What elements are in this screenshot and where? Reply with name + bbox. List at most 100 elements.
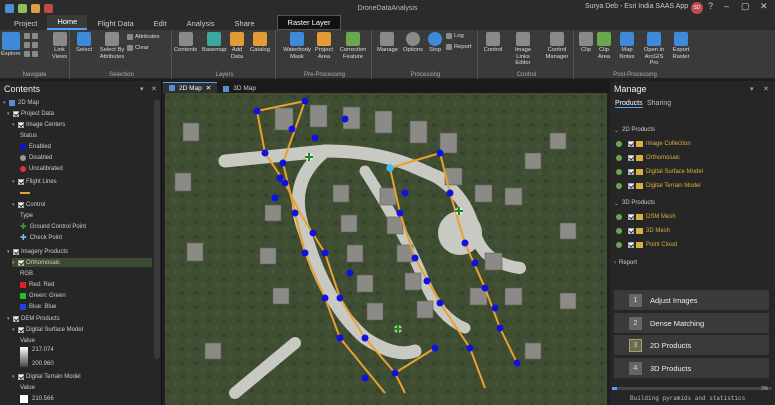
checkbox[interactable] [628, 155, 634, 161]
checkbox[interactable] [18, 326, 24, 333]
tab-analysis[interactable]: Analysis [177, 17, 225, 30]
step-2d-products[interactable]: 3 2D Products [614, 335, 769, 355]
tab-project[interactable]: Project [4, 17, 47, 30]
section-report[interactable]: › Report [614, 258, 637, 268]
clip-button[interactable]: Clip [579, 32, 593, 54]
step-adjust-images[interactable]: 1 Adjust Images [614, 290, 769, 310]
tab-3d-map[interactable]: 3D Map [217, 84, 262, 93]
tree-item-flight-lines[interactable]: ▾ Flight Lines [12, 177, 57, 186]
checkbox[interactable] [628, 169, 634, 175]
map-view[interactable]: 2D Map ✕ 3D Map [163, 81, 609, 405]
explore-button[interactable]: Explore [1, 32, 21, 58]
log-button[interactable]: Log [446, 33, 464, 39]
close-tab-icon[interactable]: ✕ [206, 84, 211, 92]
step-dense-matching[interactable]: 2 Dense Matching [614, 313, 769, 333]
basemap-button[interactable]: Basemap [202, 32, 227, 54]
checkbox[interactable] [18, 259, 24, 266]
tree-item-dem-products[interactable]: ▾ DEM Products [7, 314, 60, 323]
checkbox[interactable] [18, 121, 24, 128]
export-raster-icon [674, 32, 688, 46]
map-notes-button[interactable]: Map Notes [618, 32, 636, 60]
tab-2d-map[interactable]: 2D Map ✕ [163, 82, 218, 93]
new-project-icon[interactable] [5, 3, 14, 13]
help-icon[interactable]: ? [708, 1, 713, 11]
project-area-button[interactable]: Project Area [314, 32, 334, 60]
map-canvas[interactable] [165, 93, 607, 405]
tree-item-image-centers[interactable]: ▾ Image Centers [12, 120, 65, 129]
section-3d-products[interactable]: ⌄ 3D Products [614, 198, 655, 208]
minimize-icon[interactable]: – [724, 1, 729, 11]
close-icon[interactable]: ✕ [760, 1, 768, 12]
open-in-arcgis-button[interactable]: Open in ArcGIS Pro [640, 32, 668, 67]
options-button[interactable]: Options [403, 32, 423, 54]
user-name[interactable]: Surya Deb - Esri India SAAS App [585, 3, 688, 10]
checkbox[interactable] [13, 315, 19, 322]
avatar[interactable]: SD [691, 2, 703, 14]
checkbox[interactable] [628, 242, 634, 248]
tab-flight-data[interactable]: Flight Data [87, 17, 143, 30]
tab-edit[interactable]: Edit [144, 17, 177, 30]
zoom-prev-icon[interactable] [24, 42, 38, 48]
tree-item-dsm[interactable]: ▾ Digital Surface Model [12, 325, 83, 334]
waterbody-mask-button[interactable]: Waterbody Mask [282, 32, 312, 60]
tree-item-orthomosaic[interactable]: ▾ Orthomosaic [12, 258, 152, 267]
product-dtm[interactable]: Digital Terrain Model [616, 181, 701, 191]
clear-button[interactable]: Clear [127, 45, 149, 51]
scrollbar[interactable] [154, 99, 160, 359]
add-data-button[interactable]: Add Data [230, 32, 244, 60]
tab-home[interactable]: Home [47, 15, 88, 30]
select-by-attributes-button[interactable]: Select By Attributes [98, 32, 126, 60]
attributes-button[interactable]: Attributes [127, 34, 160, 40]
tree-item-map[interactable]: ▾ 2D Map [3, 98, 39, 107]
zoom-full-icon[interactable] [24, 33, 38, 39]
checkbox[interactable] [628, 141, 634, 147]
stop-button[interactable]: Stop [428, 32, 442, 54]
checkbox[interactable] [18, 373, 24, 380]
pin-icon[interactable]: ▾ [140, 85, 144, 93]
image-links-editor-button[interactable]: Image Links Editor [508, 32, 538, 67]
product-image-collection[interactable]: Image Collection [616, 139, 691, 149]
selected-image-center[interactable] [386, 164, 394, 172]
control-button[interactable]: Control [482, 32, 504, 54]
product-3d-mesh[interactable]: 3D Mesh [616, 226, 670, 236]
export-raster-button[interactable]: Export Raster [670, 32, 692, 60]
maximize-icon[interactable]: ▢ [741, 1, 750, 12]
tab-sharing[interactable]: Sharing [647, 100, 671, 107]
tree-item-control[interactable]: ▾ Control [12, 200, 45, 209]
product-dsm-mesh[interactable]: DSM Mesh [616, 212, 676, 222]
product-dsm[interactable]: Digital Surface Model [616, 167, 703, 177]
correction-feature-button[interactable]: Correction Feature [337, 32, 369, 60]
bookmark-icon[interactable] [24, 51, 38, 57]
link-views-button[interactable]: Link Views [50, 32, 69, 60]
contents-button[interactable]: Contents [174, 32, 197, 54]
product-point-cloud[interactable]: Point Cloud [616, 240, 677, 250]
tree-item-project-data[interactable]: ▾ Project Data [7, 109, 54, 118]
checkbox[interactable] [13, 248, 19, 255]
checkbox[interactable] [628, 214, 634, 220]
product-orthomosaic[interactable]: Orthomosaic [616, 153, 680, 163]
clip-area-button[interactable]: Clip Area [596, 32, 612, 60]
tab-share[interactable]: Share [225, 17, 265, 30]
checkbox[interactable] [18, 178, 24, 185]
manage-button[interactable]: Manage [377, 32, 398, 54]
catalog-button[interactable]: Catalog [250, 32, 270, 54]
save-icon[interactable] [31, 3, 40, 13]
checkbox[interactable] [628, 228, 634, 234]
open-project-icon[interactable] [18, 3, 27, 13]
tab-raster-layer[interactable]: Raster Layer [276, 15, 342, 30]
close-pane-icon[interactable]: ✕ [763, 85, 769, 93]
tree-item-imagery-products[interactable]: ▾ Imagery Products [7, 247, 68, 256]
close-pane-icon[interactable]: ✕ [151, 85, 157, 93]
section-2d-products[interactable]: ⌄ 2D Products [614, 125, 655, 135]
undo-icon[interactable] [44, 3, 53, 13]
checkbox[interactable] [18, 201, 24, 208]
checkbox[interactable] [628, 183, 634, 189]
pin-icon[interactable]: ▾ [750, 85, 754, 93]
checkbox[interactable] [13, 110, 19, 117]
control-manager-button[interactable]: Control Manager [542, 32, 572, 60]
select-button[interactable]: Select [76, 32, 92, 54]
tab-products[interactable]: Products [615, 100, 643, 108]
tree-item-dtm[interactable]: ▾ Digital Terrain Model [12, 372, 81, 381]
report-button[interactable]: Report [446, 44, 471, 50]
step-3d-products[interactable]: 4 3D Products [614, 358, 769, 378]
